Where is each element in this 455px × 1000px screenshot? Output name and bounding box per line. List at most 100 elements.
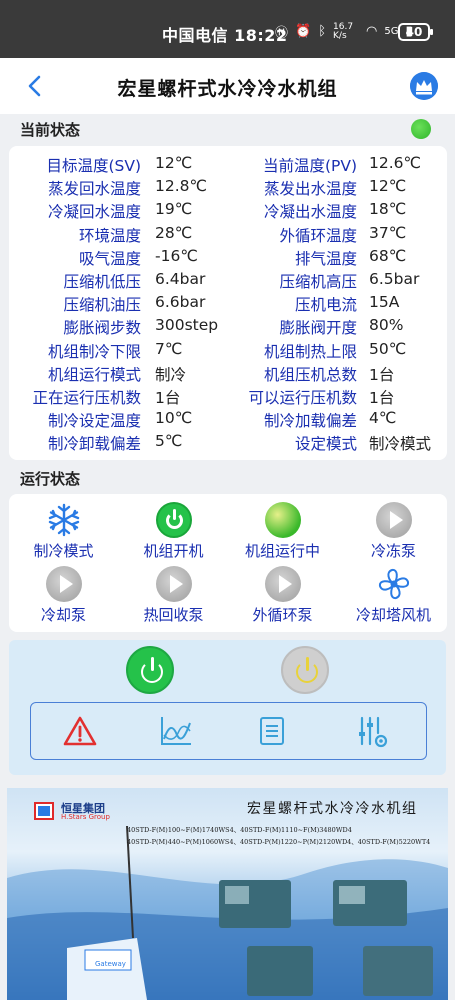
status-label: 设定模式 (294, 435, 357, 454)
status-label: 目标温度(SV) (46, 157, 141, 175)
status-label: 机组运行模式 (47, 365, 141, 384)
run-item-label: 机组运行中 (244, 542, 320, 560)
status-value: 37℃ (369, 223, 407, 242)
online-status-dot (411, 119, 431, 139)
status-label: 制冷卸载偏差 (47, 435, 141, 454)
fan-icon (378, 568, 409, 600)
run-item-unit-running[interactable]: 机组运行中 (230, 502, 335, 561)
run-item-label: 外循环泵 (252, 606, 313, 624)
status-label: 当前温度(PV) (262, 157, 357, 175)
carrier-time: 中国电信 18:22 (162, 26, 288, 45)
status-row: 制冷卸载偏差 5℃ 设定模式 制冷模式 (9, 432, 449, 455)
status-label: 制冷设定温度 (47, 412, 141, 431)
net-speed: 16.7 K/s (333, 21, 354, 41)
status-label: 制冷加载偏差 (263, 412, 357, 431)
wifi-icon: ◠ (366, 24, 378, 39)
banner-models-1: 40STD-F(M)100~F(M)1740WS4、40STD-F(M)1110… (127, 826, 352, 834)
run-item-cooling-pump[interactable]: 冷却泵 (11, 566, 116, 625)
status-label: 机组压机总数 (263, 365, 357, 384)
status-label: 压缩机油压 (63, 296, 141, 315)
status-value: 12.6℃ (369, 154, 421, 172)
status-value: 15A (369, 293, 400, 312)
power-on-button[interactable] (126, 646, 174, 694)
status-row: 蒸发回水温度 12.8℃ 蒸发出水温度 12℃ (9, 177, 449, 200)
status-value: 68℃ (369, 246, 407, 265)
status-icons: Ⓝ ⏰ ᛒ 16.7 K/s ◠ 5G ▮ (275, 22, 413, 41)
list-log-icon[interactable] (257, 715, 287, 747)
status-label: 蒸发出水温度 (263, 180, 357, 199)
curve-chart-icon[interactable] (159, 715, 193, 747)
current-status-card: 目标温度(SV) 12℃ 当前温度(PV) 12.6℃ 蒸发回水温度 12.8℃ 蒸发出水温… (9, 146, 447, 460)
status-value: 1台 (369, 365, 395, 384)
status-label: 膨胀阀步数 (63, 319, 141, 338)
battery-icon: 40 (398, 23, 433, 41)
status-value: 6.6bar (155, 293, 206, 312)
play-icon (45, 566, 82, 602)
nfc-icon: Ⓝ (275, 26, 289, 41)
run-item-chilled-pump[interactable]: 冷冻泵 (341, 502, 446, 561)
status-value: -16℃ (155, 246, 198, 265)
status-value: 19℃ (155, 200, 193, 219)
run-item-label: 热回收泵 (143, 606, 204, 624)
status-value: 6.4bar (155, 270, 206, 288)
banner-models-2: 40STD-P(M)440~P(M)1060WS4、40STD-P(M)1220… (127, 838, 431, 846)
status-label: 冷凝出水温度 (263, 203, 357, 222)
status-value: 12℃ (155, 154, 193, 172)
status-value: 80% (369, 316, 404, 335)
running-status-title: 运行状态 (20, 470, 81, 488)
status-value: 4℃ (369, 409, 397, 428)
status-value: 6.5bar (369, 270, 420, 288)
network-type: 5G (384, 26, 399, 37)
status-label: 机组制热上限 (263, 342, 357, 361)
company-name-en: H.Stars Group (61, 813, 110, 821)
run-item-external-pump[interactable]: 外循环泵 (230, 566, 335, 625)
status-row: 膨胀阀步数 300step 膨胀阀开度 80% (9, 316, 449, 339)
running-status-card: 制冷模式 机组开机 机组运行中 冷冻泵 冷却泵 热回收泵 外循环泵 冷却塔风机 (9, 494, 447, 632)
status-label: 吸气温度 (78, 249, 141, 268)
status-label: 可以运行压机数 (248, 389, 357, 407)
run-item-unit-on[interactable]: 机组开机 (121, 502, 226, 561)
status-label: 机组制冷下限 (47, 342, 141, 361)
snowflake-icon (48, 503, 79, 537)
status-value: 28℃ (155, 223, 193, 242)
status-label: 冷凝回水温度 (47, 203, 141, 222)
vip-crown-icon[interactable] (410, 72, 438, 100)
status-row: 压缩机低压 6.4bar 压缩机高压 6.5bar (9, 270, 449, 293)
run-item-label: 机组开机 (143, 542, 204, 560)
status-value: 制冷模式 (369, 435, 432, 454)
status-label: 膨胀阀开度 (279, 319, 357, 338)
run-item-heat-recovery-pump[interactable]: 热回收泵 (121, 566, 226, 625)
product-banner: 恒星集团 H.Stars Group 宏星螺杆式水冷冷水机组 40STD-F(M… (7, 788, 448, 1000)
status-row: 目标温度(SV) 12℃ 当前温度(PV) 12.6℃ (9, 154, 449, 177)
power-off-button[interactable] (281, 646, 329, 694)
page-title: 宏星螺杆式水冷冷水机组 (117, 78, 338, 100)
play-icon (155, 566, 192, 602)
status-row: 机组运行模式 制冷 机组压机总数 1台 (9, 363, 449, 386)
status-value: 10℃ (155, 409, 193, 428)
status-row: 制冷设定温度 10℃ 制冷加载偏差 4℃ (9, 409, 449, 432)
run-item-label: 冷冻泵 (370, 542, 416, 560)
status-label: 环境温度 (78, 226, 141, 245)
status-value: 制冷 (155, 365, 187, 384)
status-label: 压机电流 (294, 296, 357, 315)
play-icon (375, 502, 412, 538)
device-label: Gateway (95, 960, 126, 968)
status-value: 5℃ (155, 432, 183, 451)
alarm-warning-icon[interactable] (63, 715, 97, 747)
status-label: 压缩机低压 (63, 273, 141, 291)
bluetooth-icon: ᛒ (318, 24, 327, 39)
status-bar: 中国电信 18:22 Ⓝ ⏰ ᛒ 16.7 K/s ◠ 5G ▮ 40 (0, 0, 455, 58)
status-row: 吸气温度 -16℃ 排气温度 68℃ (9, 247, 449, 270)
run-item-label: 冷却塔风机 (355, 606, 431, 624)
status-value: 300step (155, 316, 219, 335)
status-value: 12.8℃ (155, 177, 207, 196)
run-item-cooling-mode[interactable]: 制冷模式 (11, 502, 116, 561)
status-ball-icon (264, 502, 301, 538)
settings-sliders-icon[interactable] (355, 715, 389, 749)
status-value: 18℃ (369, 200, 407, 219)
status-label: 排气温度 (294, 249, 357, 268)
run-item-tower-fan[interactable]: 冷却塔风机 (341, 566, 446, 625)
run-item-label: 冷却泵 (40, 606, 86, 624)
status-value: 12℃ (369, 177, 407, 196)
status-row: 压缩机油压 6.6bar 压机电流 15A (9, 293, 449, 316)
